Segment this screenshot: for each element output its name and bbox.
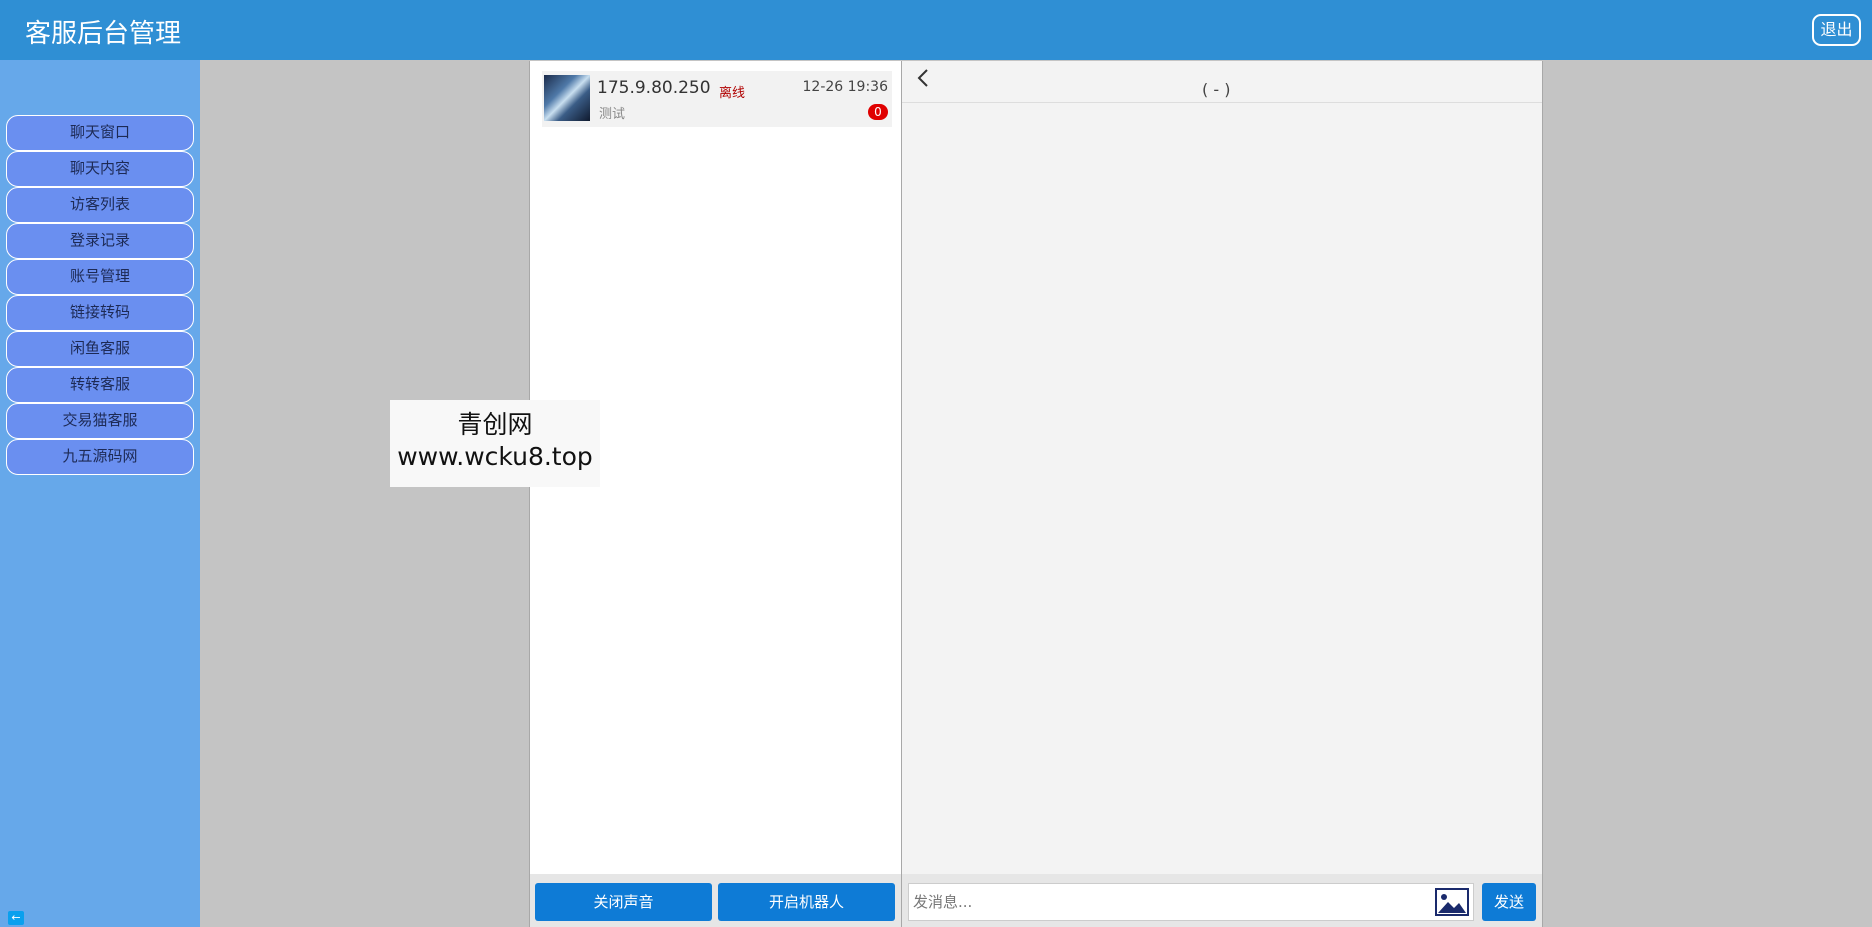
app-title: 客服后台管理 (25, 19, 182, 49)
sidebar-item-chat-window[interactable]: 聊天窗口 (6, 115, 194, 151)
chat-panel: ( - ) 发送 (902, 61, 1543, 927)
chat-header: ( - ) (902, 61, 1542, 103)
watermark-title: 青创网 (457, 410, 533, 439)
visitor-ip: 175.9.80.250 (597, 78, 711, 98)
send-button[interactable]: 发送 (1482, 883, 1536, 921)
sidebar-item-visitor-list[interactable]: 访客列表 (6, 187, 194, 223)
enable-robot-button[interactable]: 开启机器人 (718, 883, 895, 921)
conversation-time: 12-26 19:36 (802, 79, 888, 95)
sidebar-item-chat-content[interactable]: 聊天内容 (6, 151, 194, 187)
sidebar-item-account-management[interactable]: 账号管理 (6, 259, 194, 295)
chat-title: ( - ) (1202, 80, 1231, 99)
conversation-list-panel: 175.9.80.250 离线 12-26 19:36 测试 0 关闭声音 开启… (529, 61, 902, 927)
top-header: 客服后台管理 退出 (0, 0, 1872, 60)
chevron-left-icon[interactable] (916, 67, 930, 94)
sidebar-item-jiaoyimao-service[interactable]: 交易猫客服 (6, 403, 194, 439)
conversation-item[interactable]: 175.9.80.250 离线 12-26 19:36 测试 0 (542, 71, 892, 127)
mute-sound-button[interactable]: 关闭声音 (535, 883, 712, 921)
chat-footer: 发送 (902, 874, 1542, 927)
sidebar-item-zhuanzhuan-service[interactable]: 转转客服 (6, 367, 194, 403)
sidebar: 聊天窗口 聊天内容 访客列表 登录记录 账号管理 链接转码 闲鱼客服 转转客服 … (0, 60, 200, 927)
sidebar-item-link-transcode[interactable]: 链接转码 (6, 295, 194, 331)
avatar (544, 75, 590, 121)
logout-button[interactable]: 退出 (1812, 14, 1861, 46)
arrow-left-icon[interactable]: ← (8, 911, 24, 925)
unread-count-badge: 0 (868, 104, 888, 120)
message-input[interactable] (908, 883, 1474, 921)
list-footer: 关闭声音 开启机器人 (530, 874, 901, 927)
image-icon[interactable] (1435, 888, 1469, 916)
watermark-url: www.wcku8.top (397, 442, 593, 471)
status-badge: 离线 (719, 86, 746, 101)
watermark: 青创网 www.wcku8.top (390, 400, 600, 487)
sidebar-item-xianyu-service[interactable]: 闲鱼客服 (6, 331, 194, 367)
last-message: 测试 (599, 107, 626, 122)
sidebar-item-login-records[interactable]: 登录记录 (6, 223, 194, 259)
sidebar-item-95-source[interactable]: 九五源码网 (6, 439, 194, 475)
